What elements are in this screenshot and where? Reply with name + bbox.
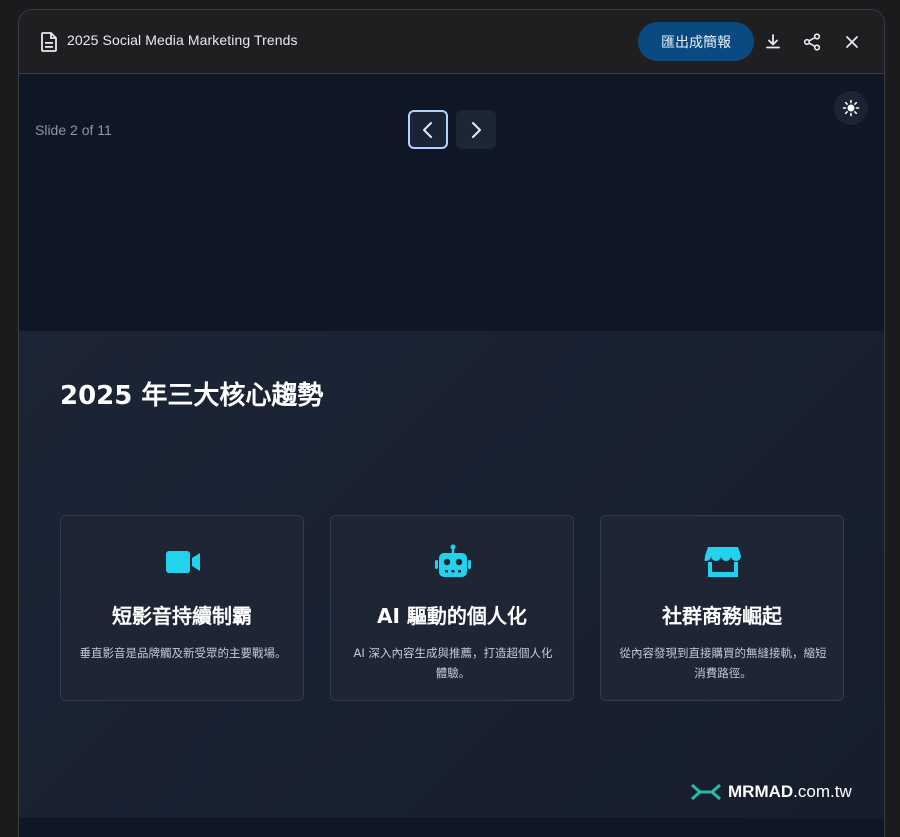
card-description: AI 深入內容生成與推薦，打造超個人化體驗。 [353,646,553,680]
trend-card-short-video: 短影音持續制霸 垂直影音是品牌觸及新受眾的主要戰場。 [60,515,304,701]
document-title: 2025 Social Media Marketing Trends [67,32,298,48]
card-title: AI 驅動的個人化 [377,604,527,628]
storefront-icon [704,547,741,577]
export-slides-button[interactable]: 匯出成簡報 [638,22,754,61]
slide-content: 2025 年三大核心趨勢 短影音持續制霸 垂直影音是品牌觸及新受眾的主要戰場。 [19,331,884,818]
theme-toggle-button[interactable] [834,91,868,125]
title-bar: 2025 Social Media Marketing Trends 匯出成簡報 [19,10,884,74]
next-slide-button[interactable] [456,110,496,149]
slide-heading: 2025 年三大核心趨勢 [60,381,324,411]
slide-stage: Slide 2 of 11 2025 年三大核心趨勢 短影音持續制霸 垂直影音是… [19,74,884,837]
chevron-left-icon [423,121,432,138]
download-icon[interactable] [763,32,783,52]
card-title: 社群商務崛起 [662,604,782,628]
sun-icon [842,99,860,117]
mrmad-logo-icon [691,783,721,801]
close-icon[interactable] [842,32,862,52]
video-camera-icon [166,551,200,573]
card-description: 垂直影音是品牌觸及新受眾的主要戰場。 [79,646,287,660]
trend-card-ai-personalization: AI 驅動的個人化 AI 深入內容生成與推薦，打造超個人化體驗。 [330,515,574,701]
robot-icon [435,544,471,577]
document-icon [41,32,57,52]
share-icon[interactable] [802,32,822,52]
watermark-domain: .com.tw [793,782,852,801]
presentation-window: 2025 Social Media Marketing Trends 匯出成簡報… [18,9,885,837]
trend-card-social-commerce: 社群商務崛起 從內容發現到直接購買的無縫接軌，縮短消費路徑。 [600,515,844,701]
watermark-brand: MRMAD [728,782,794,801]
mrmad-watermark: MRMAD .com.tw [690,780,852,804]
previous-slide-button[interactable] [408,110,448,149]
card-description: 從內容發現到直接購買的無縫接軌，縮短消費路徑。 [619,646,827,680]
card-title: 短影音持續制霸 [112,604,252,628]
chevron-right-icon [472,121,481,138]
slide-counter: Slide 2 of 11 [35,122,112,138]
